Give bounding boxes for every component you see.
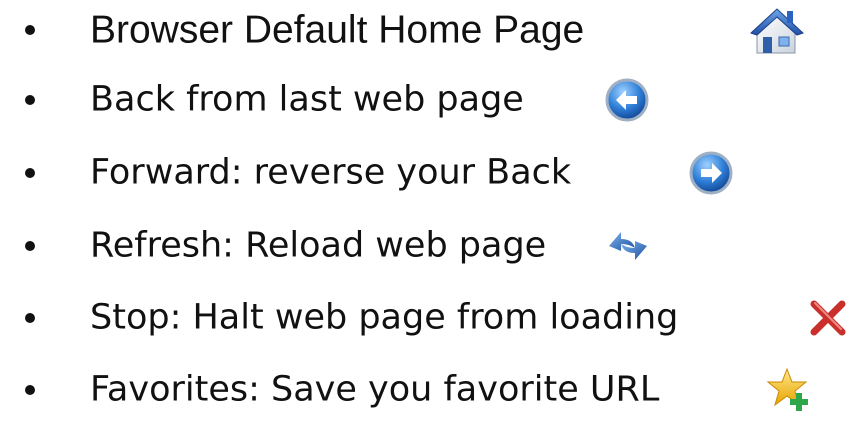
bullet — [25, 168, 35, 178]
bullet — [25, 95, 35, 105]
item-label-back: Back from last web page — [90, 79, 524, 120]
list-item-refresh: Refresh: Reload web page — [0, 216, 854, 276]
item-label-stop: Stop: Halt web page from loading — [90, 297, 679, 338]
add-favorite-icon — [765, 366, 813, 414]
stop-icon — [806, 296, 850, 340]
bullet — [25, 241, 35, 251]
item-label-home: Browser Default Home Page — [90, 8, 585, 52]
list-item-back: Back from last web page — [0, 70, 854, 130]
refresh-icon — [603, 224, 653, 268]
forward-arrow-icon — [688, 150, 734, 196]
home-icon — [747, 3, 807, 57]
back-arrow-icon — [604, 77, 650, 123]
item-label-forward: Forward: reverse your Back — [90, 152, 572, 193]
item-label-favorites: Favorites: Save you favorite URL — [90, 369, 660, 410]
bullet — [25, 25, 35, 35]
item-label-refresh: Refresh: Reload web page — [90, 225, 547, 266]
list-item-forward: Forward: reverse your Back — [0, 143, 854, 203]
bullet — [25, 385, 35, 395]
bullet — [25, 313, 35, 323]
list-item-home: Browser Default Home Page — [0, 0, 854, 60]
list-item-stop: Stop: Halt web page from loading — [0, 288, 854, 348]
list-item-favorites: Favorites: Save you favorite URL — [0, 360, 854, 420]
